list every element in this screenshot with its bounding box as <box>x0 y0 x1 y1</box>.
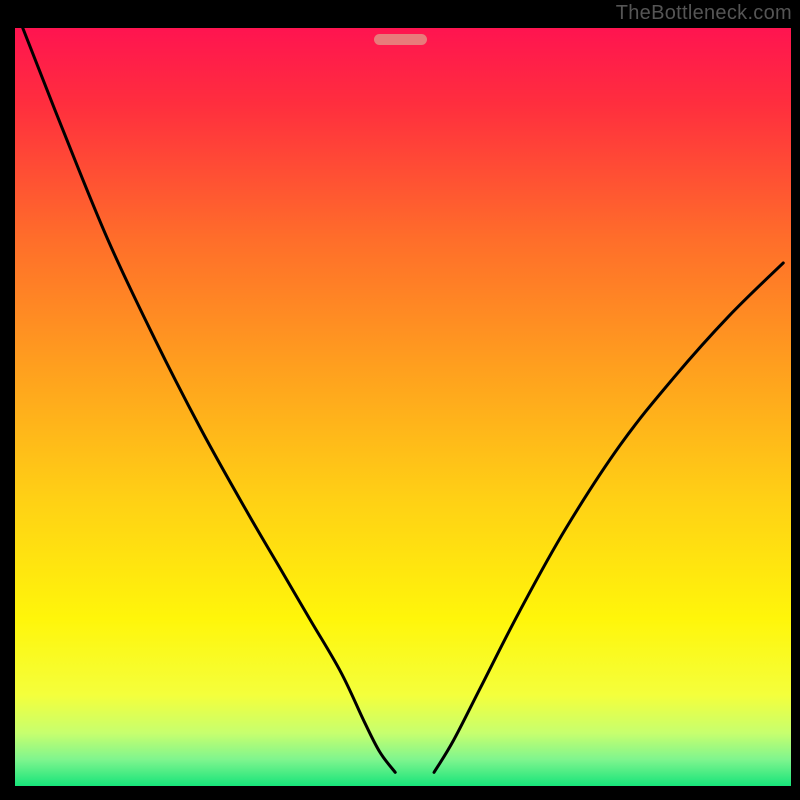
chart-stage: TheBottleneck.com <box>0 0 800 800</box>
optimal-region-marker <box>374 34 427 45</box>
curve-left-branch <box>23 28 395 772</box>
curve-right-branch <box>434 263 783 772</box>
bottleneck-curve <box>15 28 791 786</box>
watermark-label: TheBottleneck.com <box>616 2 792 25</box>
plot-area <box>15 28 791 786</box>
